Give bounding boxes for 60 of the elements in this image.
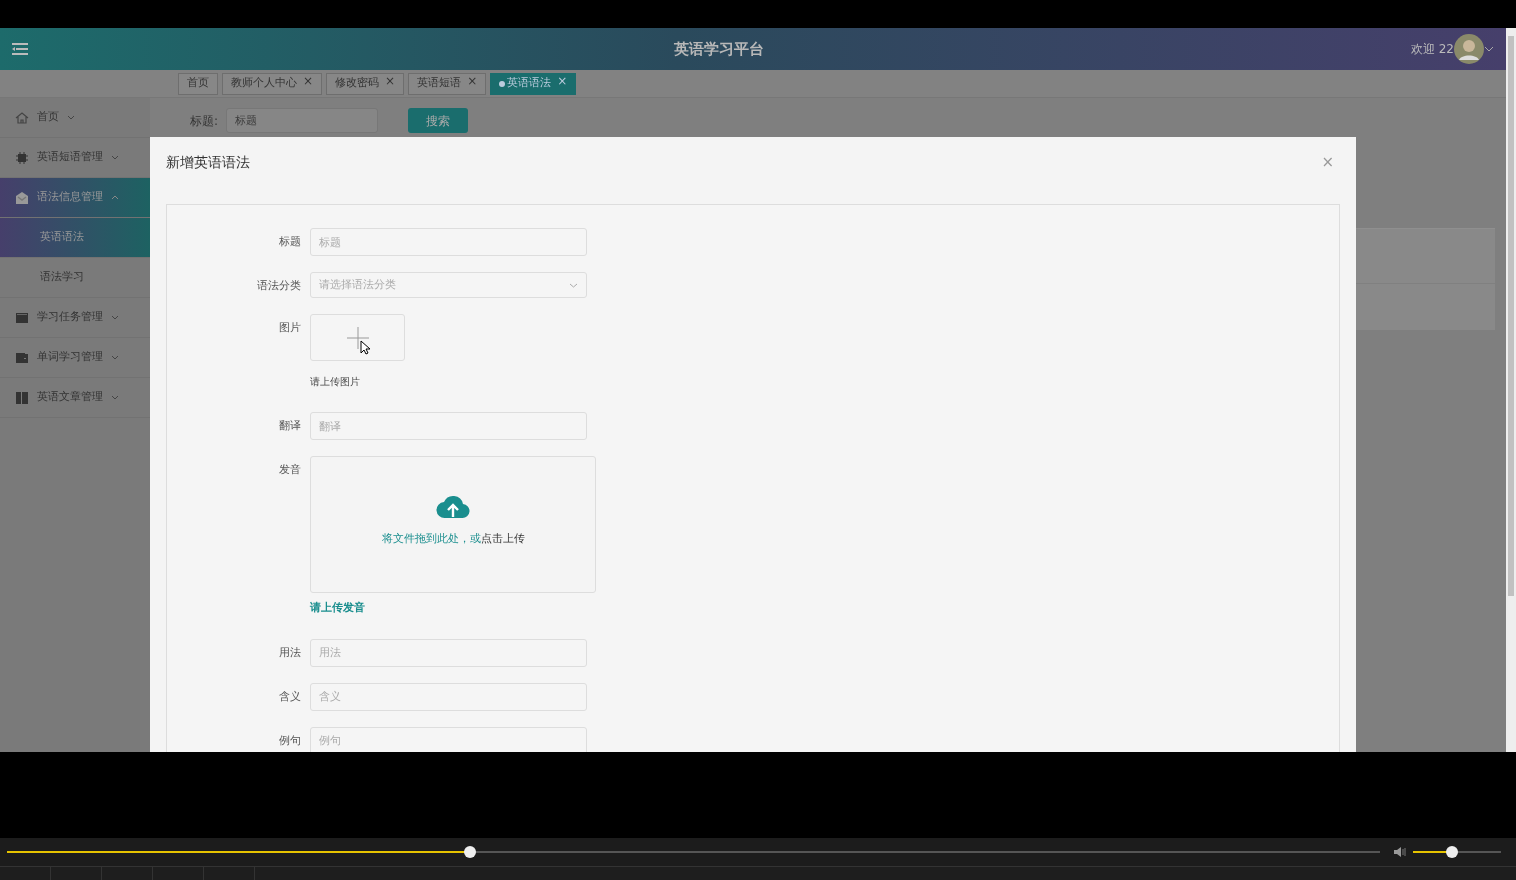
field-label: 用法 (278, 644, 301, 661)
home-icon (15, 110, 29, 125)
input-field[interactable]: 含义 (310, 682, 587, 711)
field-label: 标题 (278, 234, 301, 250)
chevron-icon (111, 355, 119, 360)
chevron-icon (111, 395, 119, 400)
tab-close-button[interactable]: × (385, 71, 396, 90)
envelope-icon (15, 190, 29, 205)
tab-close-button[interactable]: × (467, 71, 478, 90)
panel-icon (15, 310, 29, 325)
sidebar-subitem[interactable]: 英语语法 (0, 218, 150, 258)
welcome-text: 欢迎 22 (1410, 41, 1454, 58)
field-label: 例句 (278, 732, 301, 749)
book-icon (15, 390, 29, 405)
upload-hint: 请上传图片 (310, 375, 361, 389)
chevron-icon (111, 315, 119, 320)
input-field[interactable]: 翻译 (310, 412, 587, 440)
menu-icon[interactable] (12, 42, 28, 56)
tab-close-button[interactable]: × (557, 71, 568, 90)
volume-icon[interactable] (1393, 846, 1407, 858)
sidebar-item[interactable]: 首页 (0, 98, 150, 138)
upload-hint: 请上传发音 (310, 600, 366, 616)
plus-icon (346, 326, 369, 349)
tab[interactable]: 首页 (178, 72, 218, 95)
field-label: 图片 (278, 320, 301, 336)
cloud-upload-icon (436, 493, 470, 519)
select-field[interactable]: 请选择语法分类 (310, 272, 587, 298)
scrollbar[interactable] (1506, 28, 1516, 752)
input-field[interactable]: 标题 (310, 228, 587, 256)
cursor-icon (360, 340, 370, 355)
tab[interactable]: 英语短语 × (408, 72, 487, 95)
tab[interactable]: 英语语法 × (490, 72, 577, 95)
caret-icon (569, 282, 578, 288)
field-label: 发音 (278, 462, 301, 478)
chip-icon (15, 150, 29, 165)
upload-prompt[interactable]: 将文件拖到此处，或点击上传 (381, 531, 525, 548)
close-button[interactable]: × (1315, 152, 1340, 172)
field-label: 标题: (190, 112, 219, 130)
modal-title: 新增英语语法 (166, 153, 250, 172)
input-field[interactable]: 例句 (310, 726, 587, 752)
app-title: 英语学习平台 (673, 38, 766, 60)
sidebar-item[interactable]: 语法信息管理 (0, 178, 150, 218)
upload-dropzone[interactable]: 将文件拖到此处，或点击上传 (310, 456, 596, 593)
field-label: 翻译 (278, 418, 301, 434)
field-label: 含义 (278, 688, 301, 705)
chevron-icon (67, 115, 75, 120)
field-label: 语法分类 (256, 278, 301, 294)
tab[interactable]: 修改密码 × (326, 72, 405, 95)
input-field[interactable]: 用法 (310, 638, 587, 667)
caret-icon[interactable] (1484, 46, 1494, 52)
search-field[interactable]: 标题 (226, 108, 379, 133)
avatar[interactable] (1454, 34, 1484, 64)
slider-thumb[interactable] (463, 846, 476, 858)
tab[interactable]: 教师个人中心 × (222, 72, 323, 95)
search-button[interactable]: 搜索 (408, 108, 469, 133)
slider-thumb[interactable] (1445, 846, 1458, 858)
tab-close-button[interactable]: × (303, 71, 314, 90)
chevron-icon (111, 155, 119, 160)
wallet-icon (15, 350, 29, 365)
chevron-icon (111, 195, 119, 200)
